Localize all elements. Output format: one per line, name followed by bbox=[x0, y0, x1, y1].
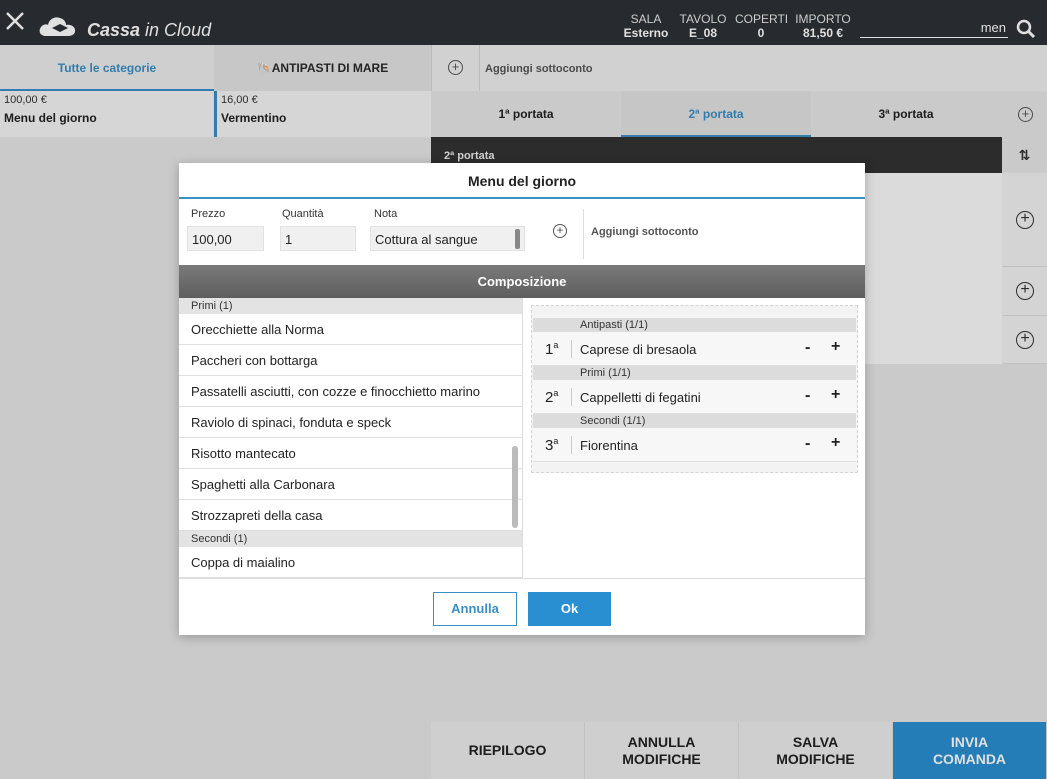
list-item[interactable]: Risotto mantecato bbox=[179, 438, 522, 469]
ok-button[interactable]: Ok bbox=[528, 592, 611, 626]
list-item: 1a Caprese di bresaola - + bbox=[533, 332, 856, 366]
composition-box: Antipasti (1/1) 1a Caprese di bresaola -… bbox=[531, 305, 858, 473]
course-number: 2a bbox=[545, 388, 559, 406]
group-header: Primi (1) bbox=[179, 298, 522, 314]
list-item[interactable]: Coppa di maialino bbox=[179, 547, 522, 578]
group-header: Secondi (1) bbox=[179, 531, 522, 547]
divider bbox=[571, 340, 572, 358]
list-item[interactable]: Raviolo di spinaci, fonduta e speck bbox=[179, 407, 522, 438]
divider bbox=[571, 436, 572, 454]
prezzo-field[interactable]: 100,00 bbox=[187, 226, 264, 251]
group-header: Antipasti (1/1) bbox=[533, 318, 856, 332]
decrement-button[interactable]: - bbox=[805, 435, 810, 453]
list-item[interactable]: Strozzapreti della casa bbox=[179, 500, 522, 531]
dish-name: Cappelletti di fegatini bbox=[580, 390, 701, 405]
dish-name: Fiorentina bbox=[580, 438, 638, 453]
dialog-footer: Annulla Ok bbox=[179, 578, 865, 635]
list-item[interactable]: Orecchiette alla Norma bbox=[179, 314, 522, 345]
increment-button[interactable]: + bbox=[831, 338, 840, 356]
decrement-button[interactable]: - bbox=[805, 339, 810, 357]
course-number: 1a bbox=[545, 340, 559, 358]
list-item: 3a Fiorentina - + bbox=[533, 428, 856, 462]
prezzo-label: Prezzo bbox=[191, 208, 226, 220]
course-number: 3a bbox=[545, 436, 559, 454]
increment-button[interactable]: + bbox=[831, 386, 840, 404]
nota-field[interactable]: Cottura al sangue bbox=[370, 226, 525, 251]
decrement-button[interactable]: - bbox=[805, 387, 810, 405]
nota-label: Nota bbox=[374, 208, 398, 220]
menu-del-giorno-dialog: Menu del giorno Prezzo 100,00 Quantità 1… bbox=[179, 163, 865, 635]
group-header: Secondi (1/1) bbox=[533, 414, 856, 428]
list-scrollbar[interactable] bbox=[512, 446, 518, 528]
dish-list: Primi (1) Orecchiette alla Norma Paccher… bbox=[179, 298, 522, 578]
list-item[interactable]: Passatelli asciutti, con cozze e finocch… bbox=[179, 376, 522, 407]
increment-button[interactable]: + bbox=[831, 434, 840, 452]
composizione-header: Composizione bbox=[179, 265, 865, 298]
nota-scrollbar[interactable] bbox=[515, 229, 520, 249]
group-header: Primi (1/1) bbox=[533, 366, 856, 380]
selected-composition: Antipasti (1/1) 1a Caprese di bresaola -… bbox=[522, 298, 865, 578]
quantita-field[interactable]: 1 bbox=[280, 226, 356, 251]
quantita-label: Quantità bbox=[282, 208, 324, 220]
list-item[interactable]: Spaghetti alla Carbonara bbox=[179, 469, 522, 500]
dialog-title: Menu del giorno bbox=[179, 163, 865, 199]
annulla-button[interactable]: Annulla bbox=[433, 592, 517, 626]
list-item[interactable]: Paccheri con bottarga bbox=[179, 345, 522, 376]
dish-name: Caprese di bresaola bbox=[580, 342, 697, 357]
list-item: 2a Cappelletti di fegatini - + bbox=[533, 380, 856, 414]
divider bbox=[583, 209, 584, 259]
plus-circle-icon[interactable]: + bbox=[553, 224, 567, 238]
add-subconto-label[interactable]: Aggiungi sottoconto bbox=[591, 226, 699, 238]
divider bbox=[571, 388, 572, 406]
